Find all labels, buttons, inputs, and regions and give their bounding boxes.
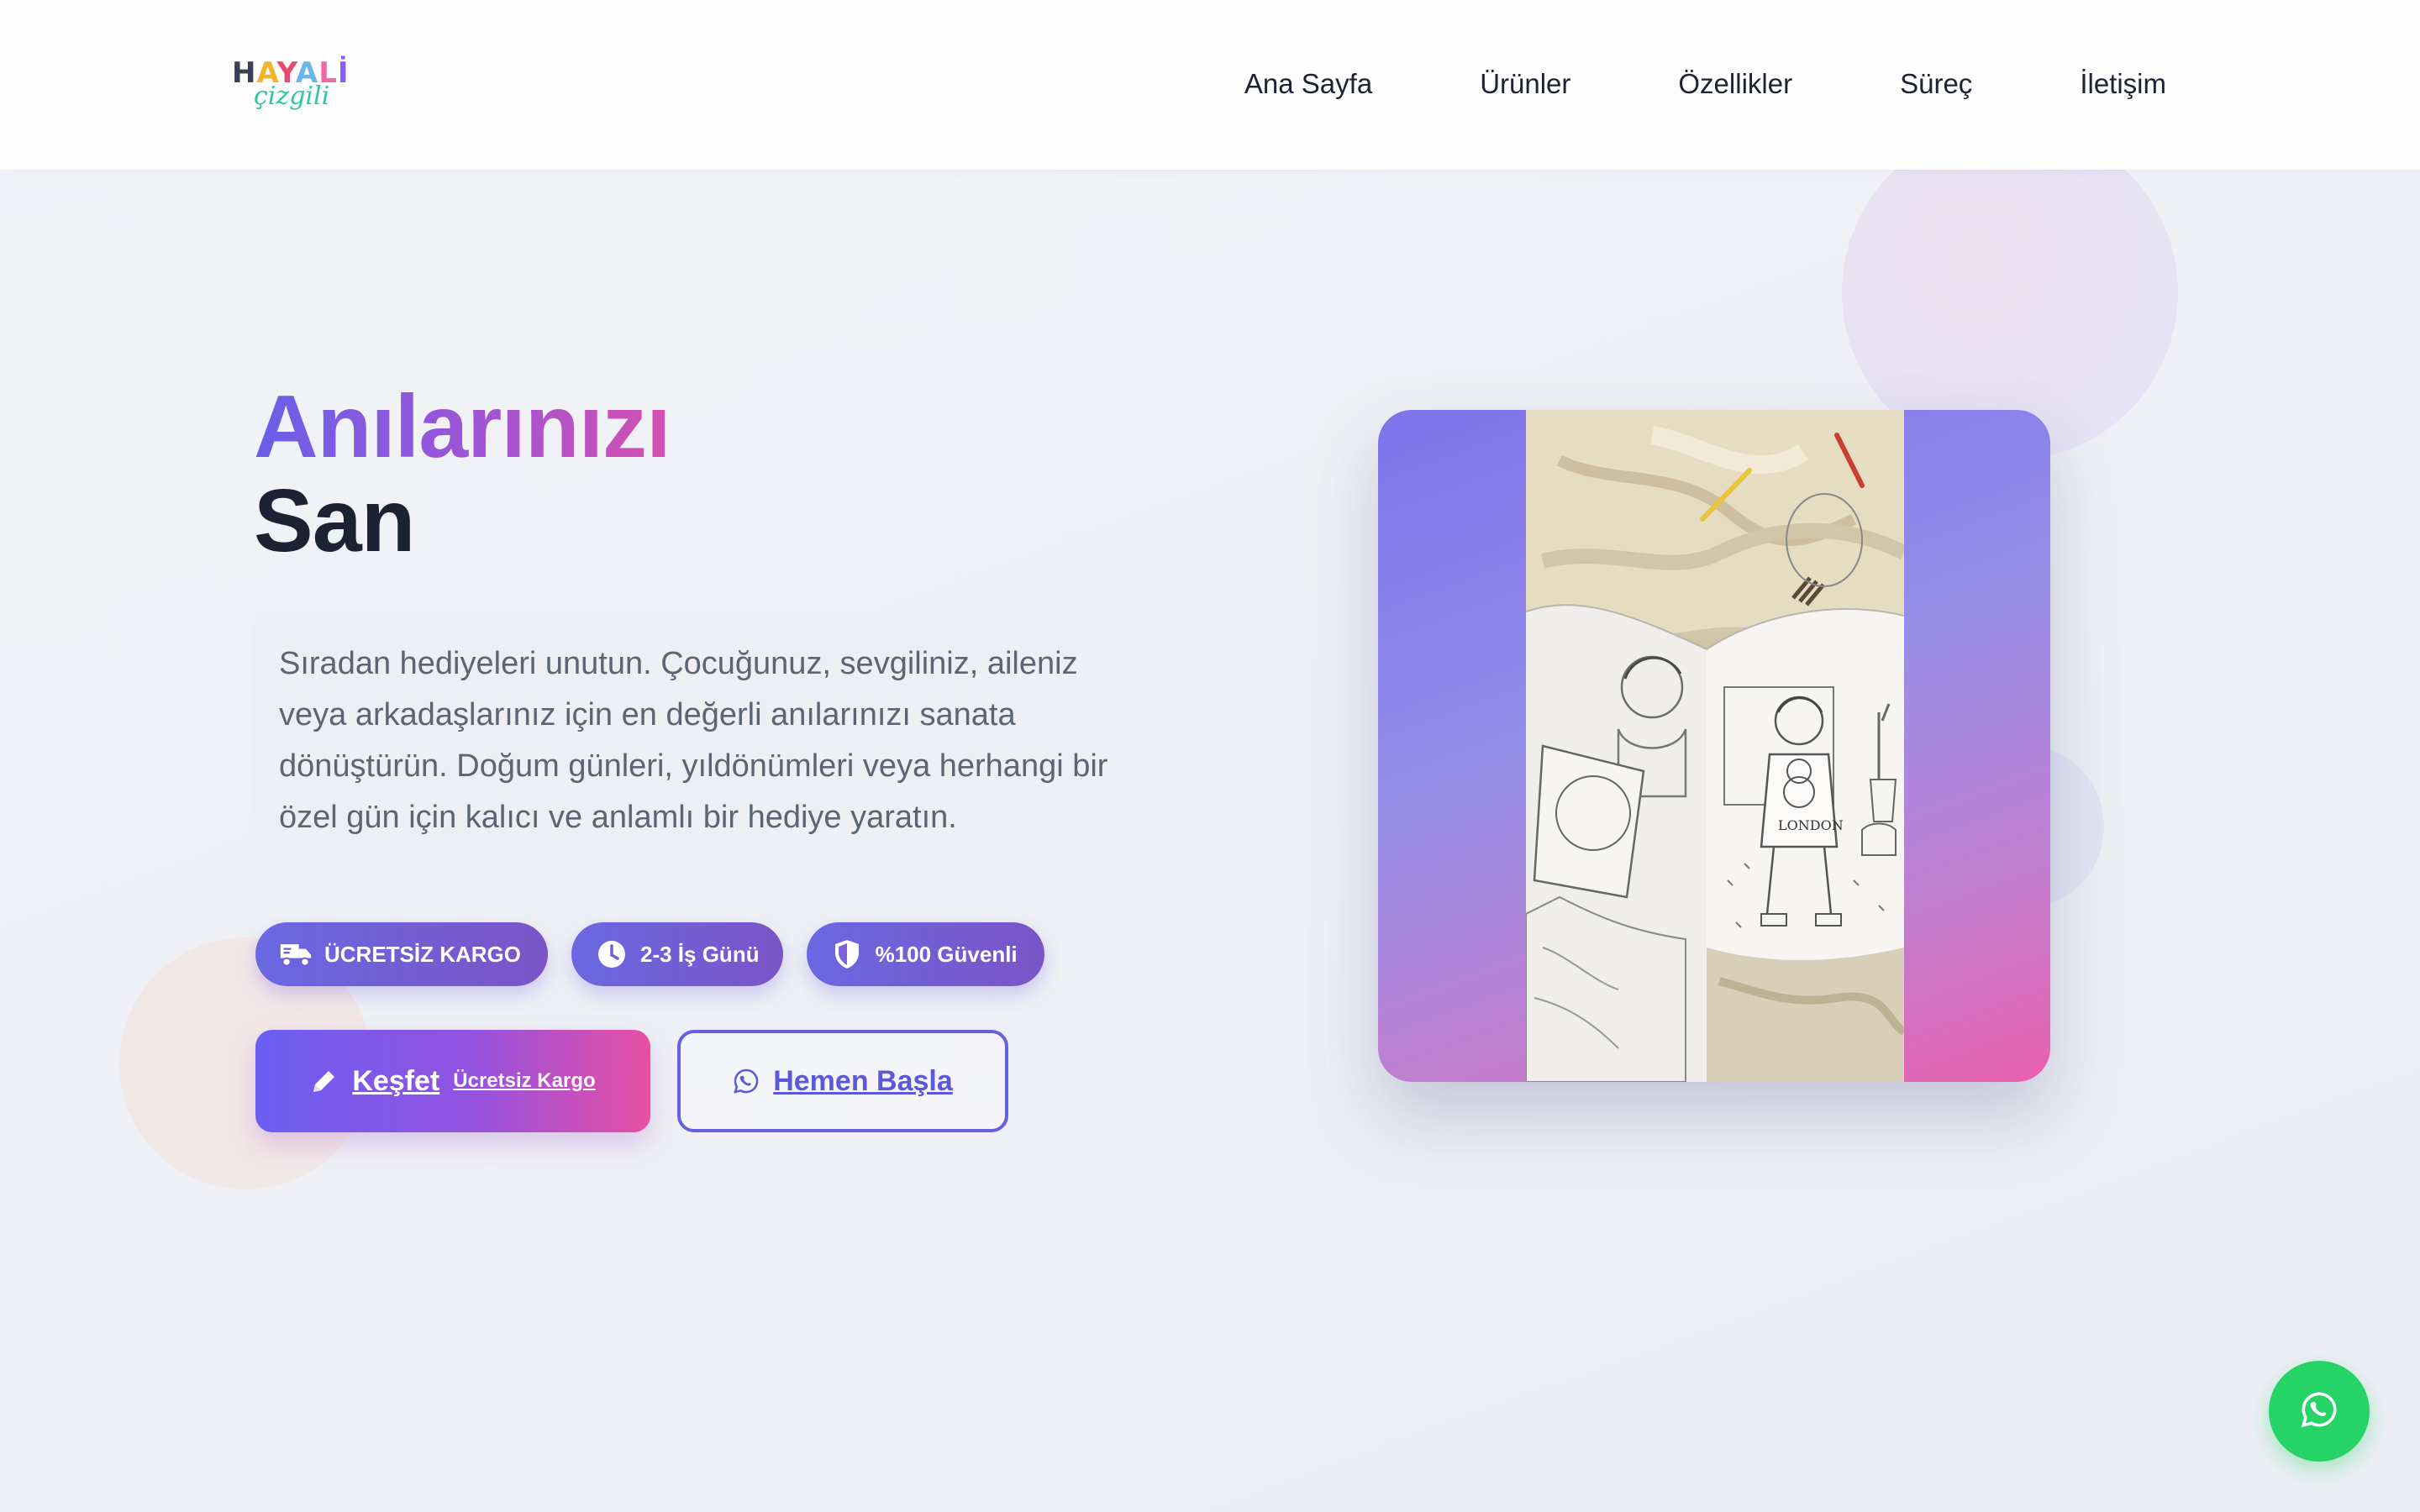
explore-button-label: Keşfet	[352, 1064, 440, 1097]
coloring-book-photo: LONDON	[1526, 410, 1904, 1082]
book-page-text: LONDON	[1778, 817, 1844, 833]
start-now-button[interactable]: Hemen Başla	[677, 1030, 1008, 1132]
hero-description: Sıradan hediyeleri unutun. Çocuğunuz, se…	[254, 612, 1156, 870]
nav-item-features[interactable]: Özellikler	[1678, 64, 1792, 104]
brand-logo[interactable]: HAYALİ çizgili	[232, 59, 349, 119]
truck-icon	[279, 937, 313, 971]
nav-item-home[interactable]: Ana Sayfa	[1244, 64, 1372, 104]
badge-label: ÜCRETSİZ KARGO	[324, 941, 521, 967]
whatsapp-icon	[733, 1067, 761, 1095]
badge-delivery-time: 2-3 İş Günü	[571, 922, 783, 986]
nav-item-process[interactable]: Süreç	[1900, 64, 1972, 104]
site-header: HAYALİ çizgili Ana Sayfa Ürünler Özellik…	[0, 0, 2420, 170]
shield-icon	[830, 937, 864, 971]
explore-button[interactable]: Keşfet Ücretsiz Kargo	[255, 1030, 650, 1132]
hero-image-card: LONDON	[1378, 410, 2050, 1082]
logo-wordmark-bottom: çizgili	[254, 81, 330, 111]
start-now-button-label: Hemen Başla	[773, 1064, 953, 1097]
whatsapp-icon	[2300, 1390, 2338, 1433]
nav-item-products[interactable]: Ürünler	[1480, 64, 1570, 104]
badge-free-shipping: ÜCRETSİZ KARGO	[255, 922, 548, 986]
main-nav: Ana Sayfa Ürünler Özellikler Süreç İleti…	[1244, 64, 2166, 104]
whatsapp-float-button[interactable]	[2269, 1361, 2370, 1462]
hero-title-line-2: San	[254, 471, 415, 570]
badge-secure: %100 Güvenli	[806, 922, 1044, 986]
clock-icon	[595, 937, 629, 971]
explore-button-sublabel: Ücretsiz Kargo	[453, 1069, 596, 1092]
hero-title-line-1: Anılarınızı	[254, 377, 671, 476]
badge-label: 2-3 İş Günü	[640, 941, 760, 967]
feature-badges: ÜCRETSİZ KARGO 2-3 İş Günü %100 Güvenli	[255, 922, 1068, 986]
hero-title: Anılarınızı San	[254, 380, 671, 568]
badge-label: %100 Güvenli	[875, 941, 1018, 967]
nav-item-contact[interactable]: İletişim	[2080, 64, 2166, 104]
pencil-icon	[310, 1066, 340, 1096]
